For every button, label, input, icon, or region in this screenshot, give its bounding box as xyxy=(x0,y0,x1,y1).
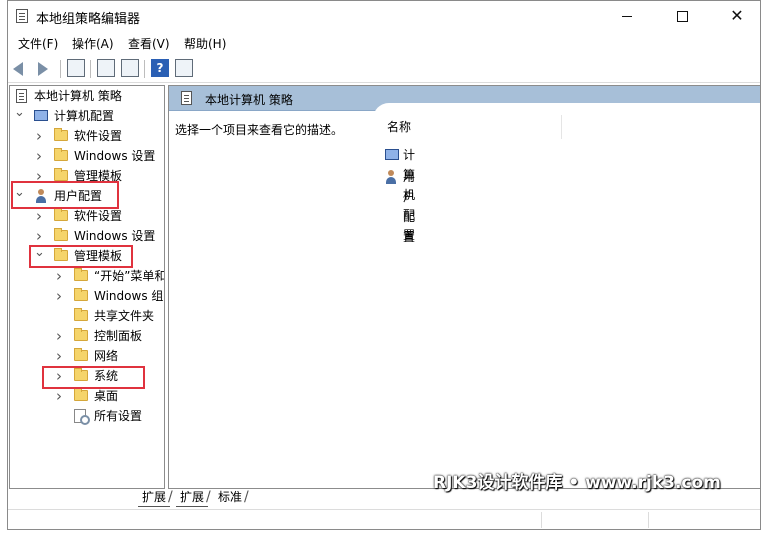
folder-icon xyxy=(74,388,88,401)
toolbar: ? xyxy=(8,56,760,83)
status-cell xyxy=(541,512,542,528)
expand-chevron-icon[interactable] xyxy=(54,326,64,348)
maximize-icon xyxy=(676,11,688,22)
expand-chevron-icon[interactable] xyxy=(34,126,44,148)
status-cell xyxy=(648,512,649,528)
details-header-title: 本地计算机 策略 xyxy=(205,93,293,107)
policy-document-icon xyxy=(181,91,192,105)
export-list-icon[interactable] xyxy=(121,59,139,77)
tab-divider: / xyxy=(206,489,211,505)
toolbar-separator xyxy=(60,60,61,78)
folder-icon xyxy=(54,228,68,241)
expand-chevron-icon[interactable] xyxy=(34,146,44,168)
menu-file[interactable]: 文件(F) xyxy=(18,35,58,52)
maximize-button[interactable] xyxy=(659,1,705,32)
close-button[interactable]: ✕ xyxy=(714,1,760,32)
details-body: 选择一个项目来查看它的描述。 名称 计算机配置 用户配置 xyxy=(169,103,760,488)
folder-icon xyxy=(54,128,68,141)
minimize-icon xyxy=(622,16,632,17)
view-tabs: 扩展 / 扩展 / 标准 / xyxy=(138,486,278,508)
column-header-name[interactable]: 名称 xyxy=(387,118,411,135)
highlight-user-config xyxy=(11,181,119,209)
folder-icon xyxy=(54,208,68,221)
back-arrow-icon[interactable] xyxy=(13,62,23,76)
expand-chevron-icon[interactable] xyxy=(54,286,64,308)
properties-icon[interactable] xyxy=(97,59,115,77)
folder-icon xyxy=(74,288,88,301)
user-icon xyxy=(385,170,397,184)
menu-view[interactable]: 查看(V) xyxy=(128,35,170,52)
expand-chevron-icon[interactable] xyxy=(54,386,64,408)
expand-chevron-icon[interactable] xyxy=(54,346,64,368)
help-icon[interactable]: ? xyxy=(151,59,169,77)
collapse-chevron-icon[interactable] xyxy=(14,106,24,126)
column-divider[interactable] xyxy=(561,115,562,139)
menu-help[interactable]: 帮助(H) xyxy=(184,35,226,52)
show-hide-action-pane-icon[interactable] xyxy=(175,59,193,77)
minimize-button[interactable] xyxy=(604,1,650,32)
expand-chevron-icon[interactable] xyxy=(34,206,44,228)
menu-bar: 文件(F) 操作(A) 查看(V) 帮助(H) xyxy=(8,32,760,54)
tab-extended[interactable]: 扩展 xyxy=(138,488,171,507)
computer-icon xyxy=(385,149,399,160)
group-policy-editor-window: 本地组策略编辑器 ✕ 文件(F) 操作(A) 查看(V) 帮助(H) ? 本地计… xyxy=(7,0,761,530)
toolbar-separator xyxy=(144,60,145,78)
title-bar[interactable]: 本地组策略编辑器 ✕ xyxy=(8,1,760,32)
tab-divider: / xyxy=(168,489,173,505)
watermark-text: RJK3设计软件库 • www.rjk3.com xyxy=(433,473,721,493)
toolbar-separator xyxy=(90,60,91,78)
folder-icon xyxy=(74,348,88,361)
description-text: 选择一个项目来查看它的描述。 xyxy=(175,123,344,137)
tab-standard[interactable]: 标准 xyxy=(214,488,246,506)
show-hide-tree-icon[interactable] xyxy=(67,59,85,77)
folder-icon xyxy=(54,168,68,181)
all-settings-icon xyxy=(74,409,90,425)
items-list: 名称 计算机配置 用户配置 xyxy=(373,103,760,488)
menu-action[interactable]: 操作(A) xyxy=(72,35,114,52)
computer-icon xyxy=(34,110,48,121)
status-bar xyxy=(8,509,760,529)
folder-icon xyxy=(74,308,88,321)
folder-icon xyxy=(54,148,68,161)
tab-extended[interactable]: 扩展 xyxy=(176,488,209,507)
highlight-system xyxy=(42,366,145,389)
highlight-admin-templates xyxy=(29,245,133,268)
details-pane: 本地计算机 策略 选择一个项目来查看它的描述。 名称 计算机配置 用户配置 xyxy=(168,85,760,489)
policy-document-icon xyxy=(16,89,27,103)
window-title: 本地组策略编辑器 xyxy=(36,12,141,27)
folder-icon xyxy=(74,268,88,281)
forward-arrow-icon[interactable] xyxy=(38,62,48,76)
folder-icon xyxy=(74,328,88,341)
navigation-tree[interactable]: 本地计算机 策略 计算机配置 软件设置 Windows 设置 管理模板 用户配置 xyxy=(9,85,165,489)
tab-divider: / xyxy=(244,489,249,505)
policy-editor-app-icon xyxy=(16,9,28,23)
close-icon: ✕ xyxy=(730,6,744,25)
expand-chevron-icon[interactable] xyxy=(54,266,64,288)
